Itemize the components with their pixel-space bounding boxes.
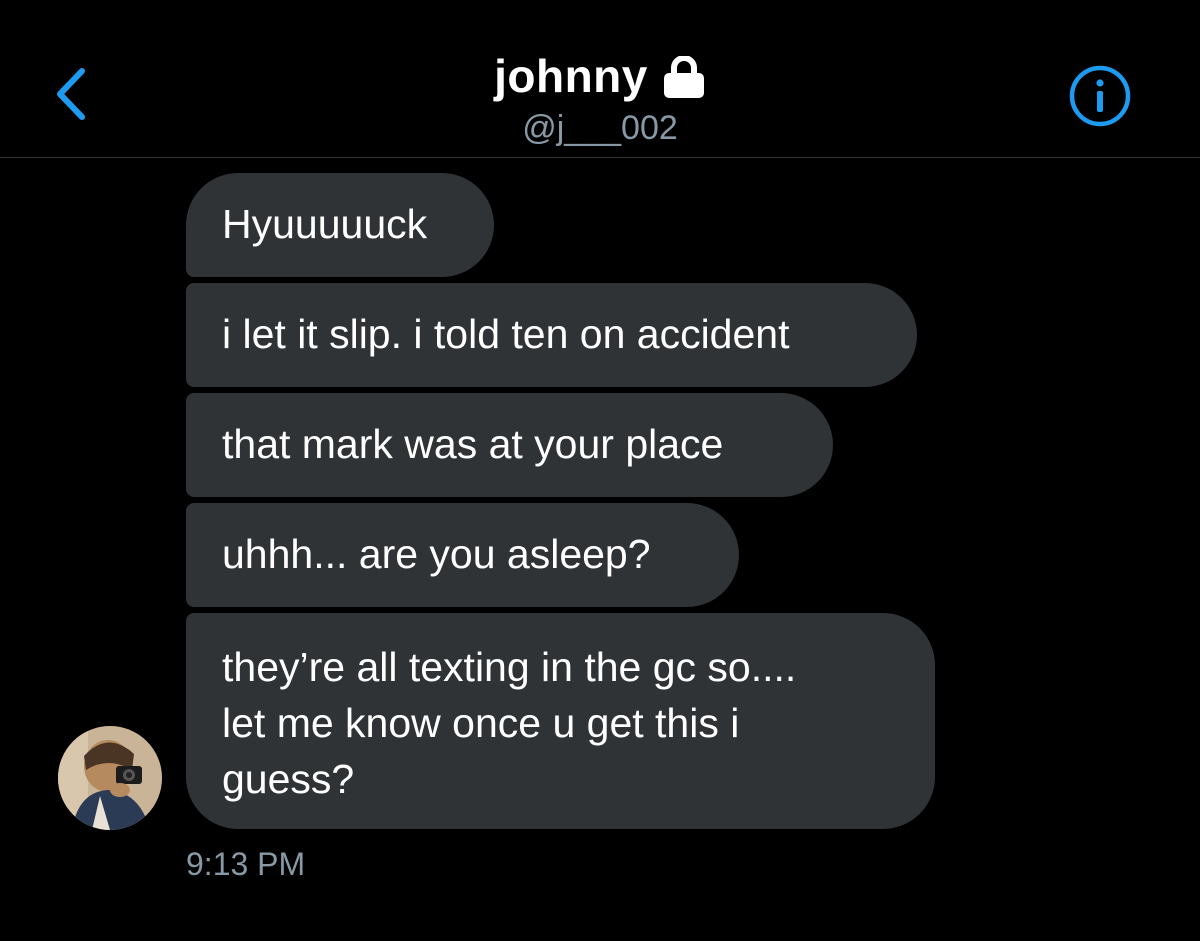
received-message-bubble[interactable]: i let it slip. i told ten on accident bbox=[186, 283, 917, 387]
conversation-title-block[interactable]: johnny @j___002 bbox=[0, 48, 1200, 148]
lock-icon bbox=[663, 56, 704, 98]
received-message-bubble[interactable]: they’re all texting in the gc so.... let… bbox=[186, 613, 935, 829]
avatar[interactable] bbox=[58, 726, 162, 830]
avatar-photo bbox=[58, 726, 162, 830]
conversation-info-button[interactable] bbox=[1068, 64, 1132, 128]
conversation-header: johnny @j___002 bbox=[0, 0, 1200, 158]
info-icon bbox=[1069, 65, 1131, 127]
received-message-bubble[interactable]: uhhh... are you asleep? bbox=[186, 503, 739, 607]
contact-handle: @j___002 bbox=[522, 109, 678, 147]
received-message-bubble[interactable]: that mark was at your place bbox=[186, 393, 833, 497]
received-message-bubble[interactable]: Hyuuuuuck bbox=[186, 173, 494, 277]
message-timestamp: 9:13 PM bbox=[186, 846, 306, 882]
contact-name: johnny bbox=[494, 50, 648, 102]
message-thread: Hyuuuuuck i let it slip. i told ten on a… bbox=[186, 173, 935, 835]
